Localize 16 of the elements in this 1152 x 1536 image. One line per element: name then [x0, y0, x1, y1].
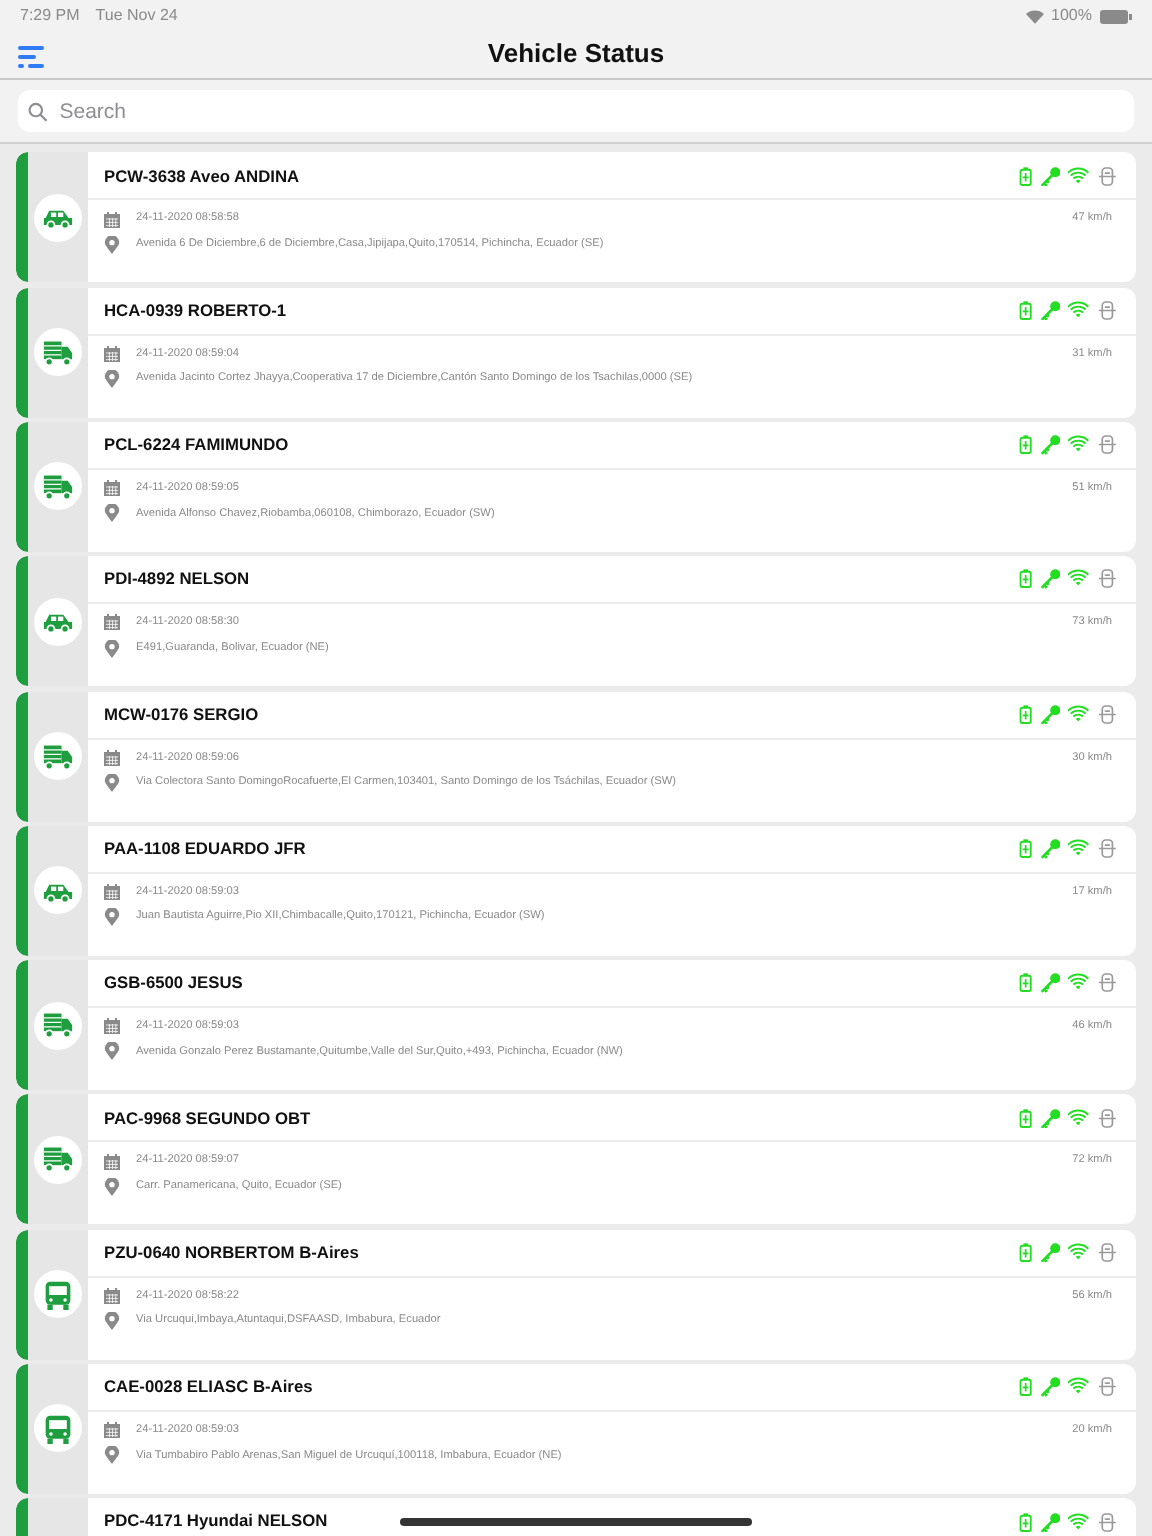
- page-title: Vehicle Status: [487, 35, 665, 72]
- vehicle-name: PCL-6224 FAMIMUNDO: [104, 432, 289, 458]
- battery-percent: 100%: [1051, 4, 1092, 28]
- status-date: Tue Nov 24: [95, 4, 178, 28]
- vehicle-name: PAC-9968 SEGUNDO OBT: [104, 1105, 311, 1131]
- vehicle-name: PCW-3638 Aveo ANDINA: [104, 163, 300, 189]
- vehicle-name: MCW-0176 SERGIO: [104, 701, 259, 727]
- vehicle-name: GSB-6500 JESUS: [104, 970, 243, 996]
- vehicle-name: PZU-0640 NORBERTOM B-Aires: [104, 1239, 359, 1265]
- status-time: 7:29 PM: [20, 4, 80, 28]
- vehicle-name: CAE-0028 ELIASC B-Aires: [104, 1374, 313, 1400]
- vehicle-card[interactable]: PDC-4171 Hyundai NELSON: [16, 1498, 1136, 1536]
- vehicle-name: PAA-1108 EDUARDO JFR: [104, 835, 306, 862]
- vehicle-name: PDC-4171 Hyundai NELSON: [104, 1508, 328, 1535]
- vehicle-name: PDI-4892 NELSON: [104, 566, 250, 592]
- vehicle-name: HCA-0939 ROBERTO-1: [104, 297, 287, 323]
